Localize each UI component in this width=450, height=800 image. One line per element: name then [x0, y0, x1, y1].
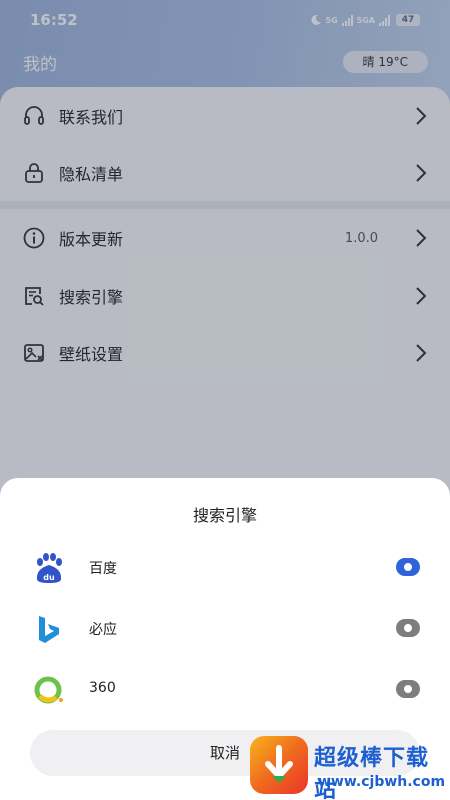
option-baidu[interactable]: du 百度	[0, 543, 450, 593]
option-label: 360	[89, 680, 116, 696]
bing-logo	[39, 616, 59, 643]
watermark: 超级棒下载站 www.cjbwh.com	[248, 732, 450, 800]
watermark-url: www.cjbwh.com	[318, 774, 446, 790]
watermark-logo	[250, 736, 308, 794]
option-bing[interactable]: 必应	[0, 604, 450, 654]
svg-text:du: du	[43, 573, 55, 582]
radio-unselected[interactable]	[396, 680, 420, 698]
download-arrow-icon	[265, 745, 293, 783]
option-label: 必应	[89, 622, 117, 638]
option-label: 百度	[89, 561, 117, 577]
watermark-title: 超级棒下载站	[314, 746, 430, 800]
baidu-logo: du	[36, 553, 62, 583]
radio-unselected[interactable]	[396, 619, 420, 637]
sheet-title: 搜索引擎	[192, 506, 257, 525]
option-360[interactable]: 360	[0, 665, 450, 715]
radio-selected[interactable]	[396, 558, 420, 576]
360-logo	[34, 676, 63, 704]
